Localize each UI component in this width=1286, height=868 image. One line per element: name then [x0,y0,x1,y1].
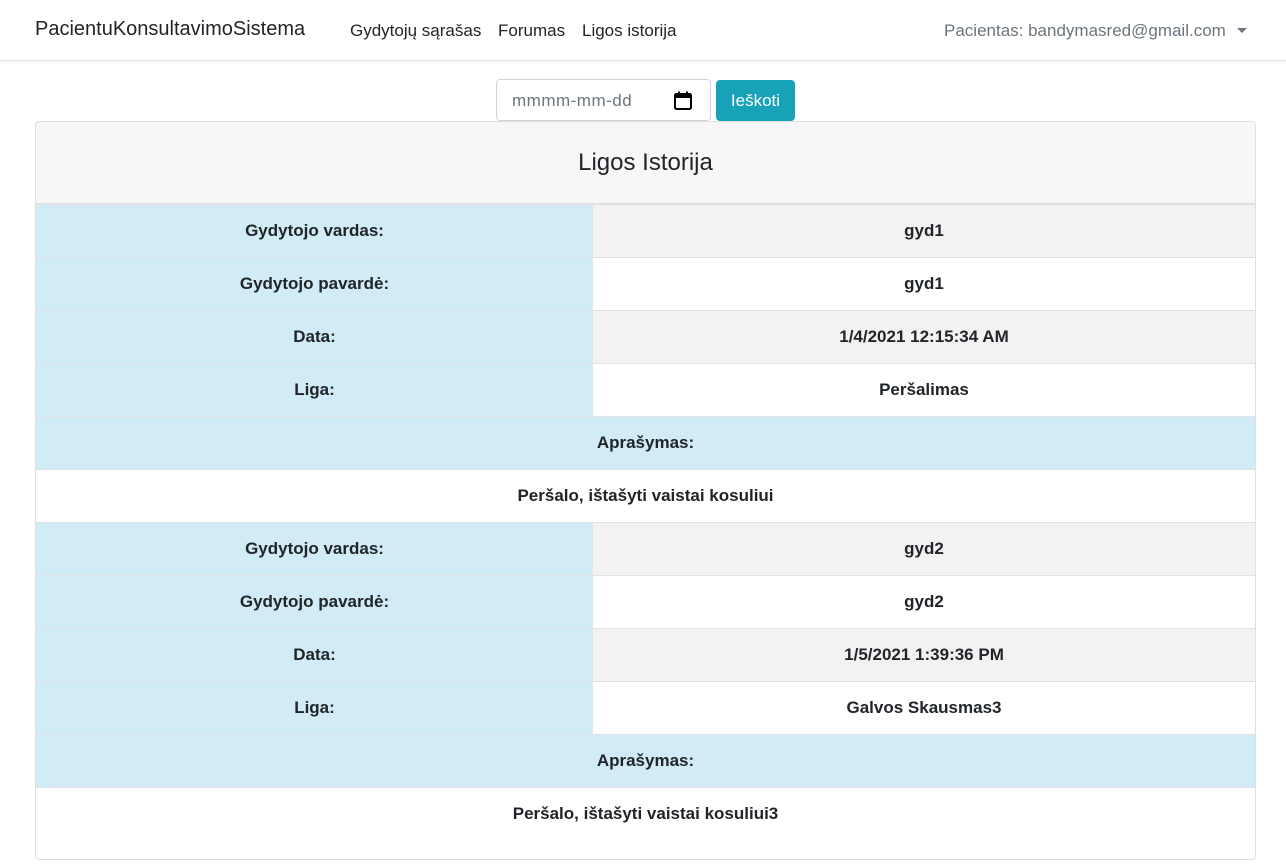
chevron-down-icon[interactable] [1237,28,1247,33]
doctor-first-name-label: Gydytojo vardas: [36,204,593,258]
search-button[interactable]: Ieškoti [716,80,795,121]
table-row: Liga: Galvos Skausmas3 [36,681,1255,735]
calendar-icon[interactable] [674,91,692,110]
doctor-first-name-value: gyd2 [593,522,1255,576]
table-row: Gydytojo vardas: gyd1 [36,204,1255,258]
date-input[interactable]: mmmm-mm-dd [496,79,711,121]
doctor-last-name-value: gyd2 [593,575,1255,629]
description-value: Peršalo, ištašyti vaistai kosuliui [36,469,1255,523]
brand-link[interactable]: PacientuKonsultavimoSistema [35,18,305,41]
disease-label: Liga: [36,363,593,417]
history-card: Ligos Istorija Gydytojo vardas: gyd1 Gyd… [35,121,1256,860]
description-label: Aprašymas: [36,416,1255,470]
table-row: Aprašymas: [36,734,1255,788]
date-label: Data: [36,310,593,364]
disease-label: Liga: [36,681,593,735]
doctor-last-name-label: Gydytojo pavardė: [36,575,593,629]
date-value: 1/5/2021 1:39:36 PM [593,628,1255,682]
date-label: Data: [36,628,593,682]
table-row: Peršalo, ištašyti vaistai kosuliui [36,469,1255,523]
table-row: Gydytojo pavardė: gyd1 [36,257,1255,311]
disease-value: Galvos Skausmas3 [593,681,1255,735]
table-row: Gydytojo pavardė: gyd2 [36,575,1255,629]
description-value: Peršalo, ištašyti vaistai kosuliui3 [36,787,1255,841]
date-value: 1/4/2021 12:15:34 AM [593,310,1255,364]
nav-link-forum[interactable]: Forumas [498,21,565,41]
history-table: Gydytojo vardas: gyd1 Gydytojo pavardė: … [36,204,1255,841]
description-label: Aprašymas: [36,734,1255,788]
table-row: Liga: Peršalimas [36,363,1255,417]
table-row: Gydytojo vardas: gyd2 [36,522,1255,576]
nav-link-doctor-list[interactable]: Gydytojų sąrašas [350,21,481,41]
date-placeholder: mmmm-mm-dd [512,91,633,110]
table-row: Aprašymas: [36,416,1255,470]
history-title: Ligos Istorija [36,122,1255,204]
doctor-last-name-value: gyd1 [593,257,1255,311]
table-row: Data: 1/5/2021 1:39:36 PM [36,628,1255,682]
doctor-first-name-label: Gydytojo vardas: [36,522,593,576]
doctor-first-name-value: gyd1 [593,204,1255,258]
doctor-last-name-label: Gydytojo pavardė: [36,257,593,311]
user-dropdown[interactable]: Pacientas: bandymasred@gmail.com [944,21,1226,41]
disease-value: Peršalimas [593,363,1255,417]
table-row: Data: 1/4/2021 12:15:34 AM [36,310,1255,364]
nav-link-disease-history[interactable]: Ligos istorija [582,21,677,41]
navbar: PacientuKonsultavimoSistema Gydytojų sąr… [0,0,1286,61]
table-row: Peršalo, ištašyti vaistai kosuliui3 [36,787,1255,841]
